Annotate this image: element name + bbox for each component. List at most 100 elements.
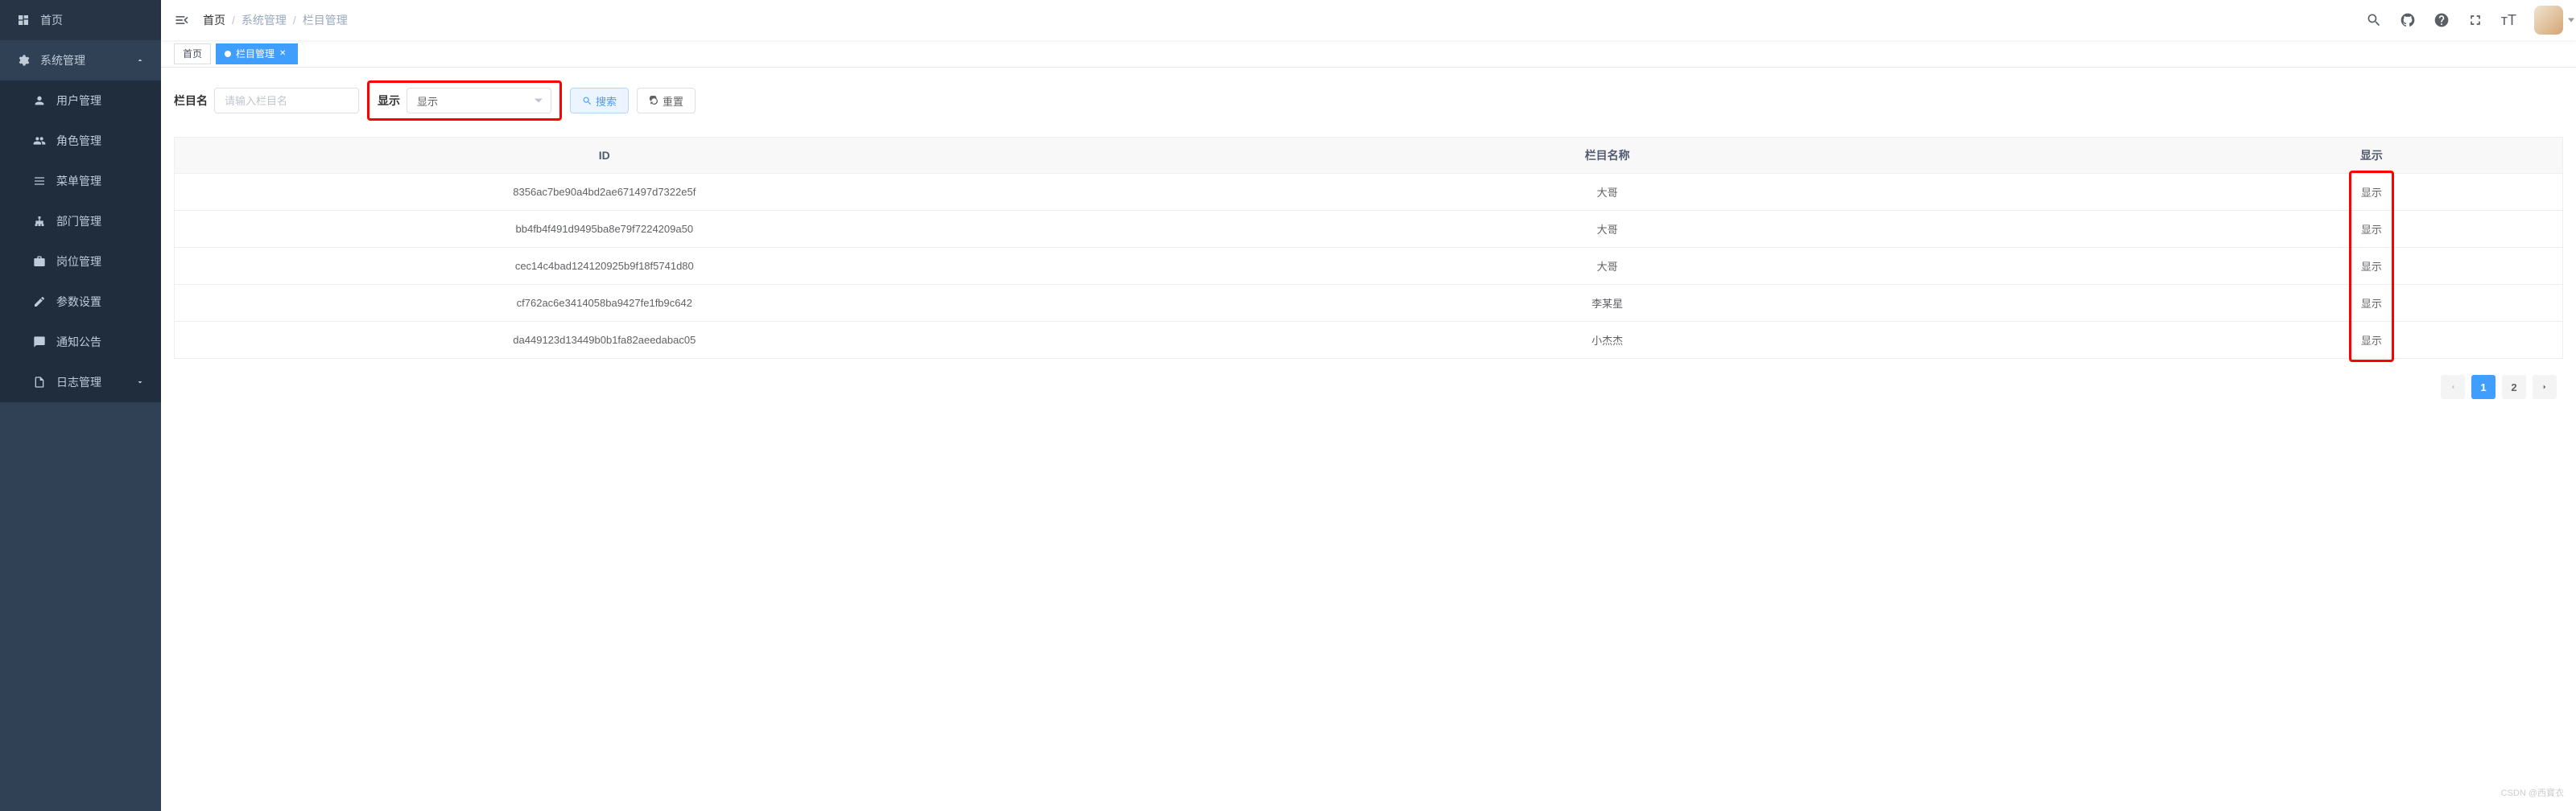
table-cell-show: 显示 <box>2181 211 2563 248</box>
table-header-id: ID <box>175 138 1034 174</box>
close-icon[interactable]: ✕ <box>279 49 289 59</box>
table-row[interactable]: bb4fb4f491d9495ba8e79f7224209a50大哥显示 <box>175 211 2563 248</box>
name-label: 栏目名 <box>174 93 208 109</box>
header-actions: тT <box>2366 6 2563 35</box>
log-icon <box>32 375 47 389</box>
tab-label: 栏目管理 <box>236 47 275 60</box>
tab-active-dot-icon <box>225 51 231 57</box>
avatar-caret-icon <box>2568 19 2574 23</box>
highlight-show-filter: 显示 显示 <box>367 80 562 121</box>
tab-home[interactable]: 首页 <box>174 43 211 64</box>
sidebar-item-roles[interactable]: 角色管理 <box>0 121 161 161</box>
tab-label: 首页 <box>183 47 202 60</box>
dashboard-icon <box>16 13 31 27</box>
sidebar-item-menu[interactable]: 菜单管理 <box>0 161 161 201</box>
search-bar: 栏目名 显示 显示 搜索 <box>174 80 2563 121</box>
header: 首页 / 系统管理 / 栏目管理 тT <box>161 0 2576 40</box>
edit-icon <box>32 294 47 309</box>
search-icon <box>582 96 592 106</box>
breadcrumb-home[interactable]: 首页 <box>203 12 225 28</box>
breadcrumb: 首页 / 系统管理 / 栏目管理 <box>203 12 348 28</box>
table-cell-name: 小杰杰 <box>1034 322 2181 359</box>
watermark: CSDN @西寳衣 <box>2501 786 2564 799</box>
table-row[interactable]: cf762ac6e3414058ba9427fe1fb9c642李某星显示 <box>175 285 2563 322</box>
message-icon <box>32 335 47 349</box>
sidebar-item-users[interactable]: 用户管理 <box>0 80 161 121</box>
table-container: ID 栏目名称 显示 8356ac7be90a4bd2ae671497d7322… <box>174 137 2563 359</box>
search-button-label: 搜索 <box>596 93 617 109</box>
reset-button[interactable]: 重置 <box>637 88 696 113</box>
sidebar-item-post[interactable]: 岗位管理 <box>0 241 161 282</box>
table-cell-id: 8356ac7be90a4bd2ae671497d7322e5f <box>175 174 1034 211</box>
gear-icon <box>16 53 31 68</box>
table-cell-name: 大哥 <box>1034 174 2181 211</box>
page-next[interactable] <box>2533 375 2557 399</box>
list-icon <box>32 174 47 188</box>
table-header-name: 栏目名称 <box>1034 138 2181 174</box>
form-group-name: 栏目名 <box>174 88 359 113</box>
show-select-value: 显示 <box>417 93 438 109</box>
page-2[interactable]: 2 <box>2502 375 2526 399</box>
sidebar-item-log[interactable]: 日志管理 <box>0 362 161 402</box>
user-icon <box>32 93 47 108</box>
breadcrumb-item: 栏目管理 <box>303 12 348 28</box>
name-input[interactable] <box>214 88 359 113</box>
reset-button-label: 重置 <box>663 93 683 109</box>
page-1[interactable]: 1 <box>2471 375 2496 399</box>
sidebar-item-label: 日志管理 <box>56 374 101 390</box>
show-select[interactable]: 显示 <box>407 88 551 113</box>
sidebar-home[interactable]: 首页 <box>0 0 161 40</box>
briefcase-icon <box>32 254 47 269</box>
sidebar-system-label: 系统管理 <box>40 52 85 68</box>
table-cell-id: da449123d13449b0b1fa82aeedabac05 <box>175 322 1034 359</box>
table-cell-show: 显示 <box>2181 322 2563 359</box>
chevron-up-icon <box>135 56 145 65</box>
help-icon[interactable] <box>2434 12 2450 28</box>
table-cell-show: 显示 <box>2181 285 2563 322</box>
hamburger-icon[interactable] <box>174 12 190 28</box>
sidebar-item-label: 用户管理 <box>56 93 101 109</box>
sidebar-item-params[interactable]: 参数设置 <box>0 282 161 322</box>
breadcrumb-item[interactable]: 系统管理 <box>242 12 287 28</box>
users-icon <box>32 134 47 148</box>
avatar[interactable] <box>2534 6 2563 35</box>
breadcrumb-sep: / <box>293 14 296 27</box>
table-row[interactable]: cec14c4bad124120925b9f18f5741d80大哥显示 <box>175 248 2563 285</box>
fullscreen-icon[interactable] <box>2467 12 2483 28</box>
tabs-bar: 首页 栏目管理 ✕ <box>161 40 2576 68</box>
refresh-icon <box>649 96 659 106</box>
tab-column-management[interactable]: 栏目管理 ✕ <box>216 43 298 64</box>
table-cell-show: 显示 <box>2181 174 2563 211</box>
table-cell-id: cec14c4bad124120925b9f18f5741d80 <box>175 248 1034 285</box>
table-cell-show: 显示 <box>2181 248 2563 285</box>
table-header-show: 显示 <box>2181 138 2563 174</box>
sidebar-item-label: 岗位管理 <box>56 253 101 270</box>
font-size-icon[interactable]: тT <box>2501 12 2516 28</box>
tree-icon <box>32 214 47 228</box>
page-prev[interactable] <box>2441 375 2465 399</box>
table-cell-id: cf762ac6e3414058ba9427fe1fb9c642 <box>175 285 1034 322</box>
sidebar-item-label: 角色管理 <box>56 133 101 149</box>
breadcrumb-sep: / <box>232 14 235 27</box>
table-row[interactable]: 8356ac7be90a4bd2ae671497d7322e5f大哥显示 <box>175 174 2563 211</box>
sidebar-item-label: 菜单管理 <box>56 173 101 189</box>
search-button[interactable]: 搜索 <box>570 88 629 113</box>
table-cell-name: 大哥 <box>1034 248 2181 285</box>
github-icon[interactable] <box>2400 12 2416 28</box>
table-cell-name: 李某星 <box>1034 285 2181 322</box>
main-content: 首页 / 系统管理 / 栏目管理 тT <box>161 0 2576 811</box>
table-row[interactable]: da449123d13449b0b1fa82aeedabac05小杰杰显示 <box>175 322 2563 359</box>
sidebar-system-management[interactable]: 系统管理 <box>0 40 161 80</box>
sidebar-home-label: 首页 <box>40 12 63 28</box>
table-cell-id: bb4fb4f491d9495ba8e79f7224209a50 <box>175 211 1034 248</box>
pagination: 1 2 <box>174 375 2563 399</box>
sidebar-item-dept[interactable]: 部门管理 <box>0 201 161 241</box>
sidebar: 首页 系统管理 用户管理 角色管理 菜单管 <box>0 0 161 811</box>
content-area: 栏目名 显示 显示 搜索 <box>161 68 2576 811</box>
sidebar-item-label: 部门管理 <box>56 213 101 229</box>
search-icon[interactable] <box>2366 12 2382 28</box>
chevron-down-icon <box>535 99 543 103</box>
sidebar-item-notice[interactable]: 通知公告 <box>0 322 161 362</box>
data-table: ID 栏目名称 显示 8356ac7be90a4bd2ae671497d7322… <box>174 137 2563 359</box>
chevron-down-icon <box>135 377 145 387</box>
